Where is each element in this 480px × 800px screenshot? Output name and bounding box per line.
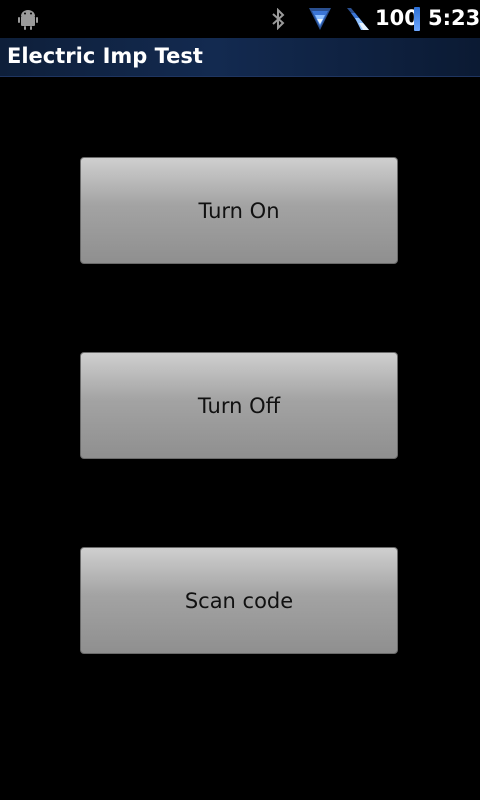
- title-bar: Electric Imp Test: [0, 38, 480, 77]
- battery-level: 100: [375, 6, 419, 30]
- wifi-icon: [309, 8, 331, 30]
- app-title: Electric Imp Test: [7, 44, 203, 68]
- turn-on-button[interactable]: Turn On: [80, 157, 398, 264]
- battery-icon: [414, 7, 420, 31]
- bluetooth-icon: [272, 8, 285, 30]
- scan-code-label: Scan code: [184, 588, 294, 613]
- turn-off-button[interactable]: Turn Off: [80, 352, 398, 459]
- clock: 5:23: [428, 6, 480, 30]
- turn-on-label: Turn On: [198, 198, 280, 223]
- android-icon: [18, 10, 38, 30]
- status-bar: 100 5:23: [0, 0, 480, 38]
- turn-off-label: Turn Off: [197, 393, 281, 418]
- signal-icon: [347, 8, 369, 30]
- scan-code-button[interactable]: Scan code: [80, 547, 398, 654]
